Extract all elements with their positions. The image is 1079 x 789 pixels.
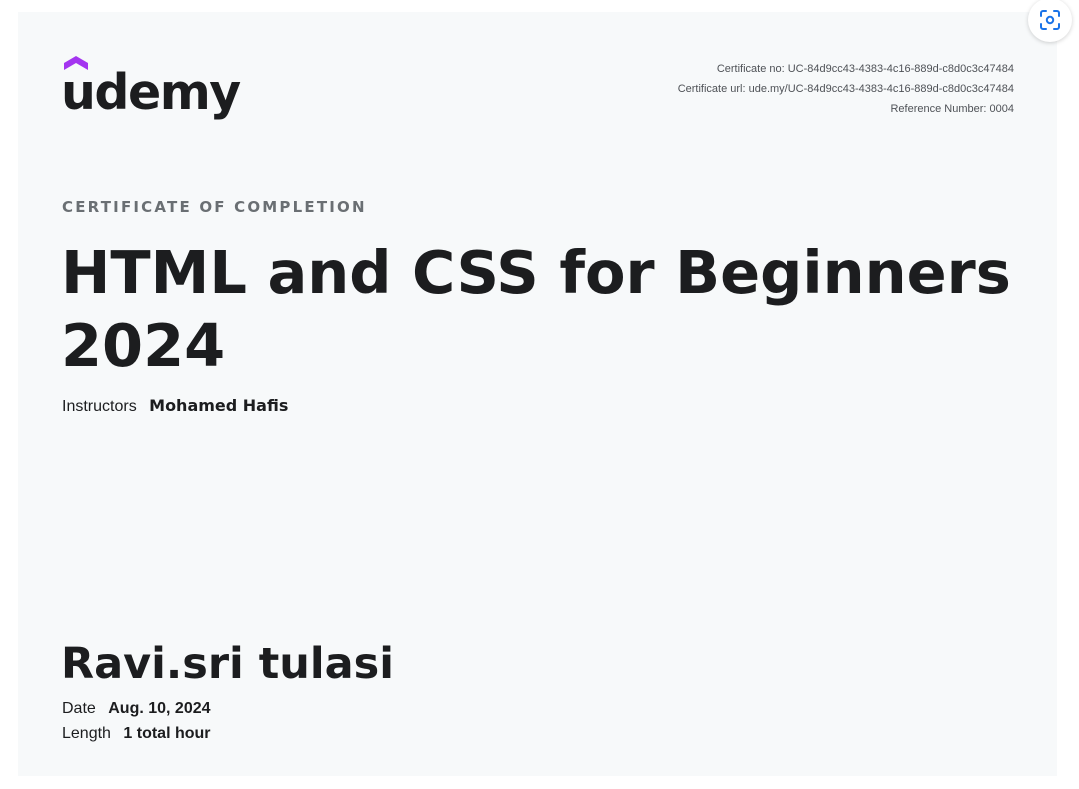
logo-wordmark: udemy [61,64,241,121]
length-label: Length [62,725,111,742]
certificate-heading: CERTIFICATE OF COMPLETION [62,198,367,216]
reference-number: Reference Number: 0004 [890,103,1014,115]
certificate-meta: Certificate no: UC-84d9cc43-4383-4c16-88… [678,59,1014,119]
instructors-line: Instructors Mohamed Hafis [62,396,288,416]
recipient-name: Ravi.sri tulasi [61,639,394,689]
date-line: Date Aug. 10, 2024 [62,700,211,718]
certificate-url: Certificate url: ude.my/UC-84d9cc43-4383… [677,83,1014,95]
date-label: Date [62,700,96,717]
length-value: 1 total hour [123,725,211,742]
instructors-value: Mohamed Hafis [149,396,289,415]
date-value: Aug. 10, 2024 [108,700,211,717]
length-line: Length 1 total hour [62,725,211,743]
course-title: HTML and CSS for Beginners 2024 [61,238,1011,380]
visual-search-button[interactable] [1028,0,1072,42]
certificate-number: Certificate no: UC-84d9cc43-4383-4c16-88… [716,63,1014,75]
udemy-logo: udemy [61,55,241,121]
certificate: udemy Certificate no: UC-84d9cc43-4383-4… [18,12,1057,776]
instructors-label: Instructors [62,398,137,415]
visual-search-icon [1040,10,1060,30]
